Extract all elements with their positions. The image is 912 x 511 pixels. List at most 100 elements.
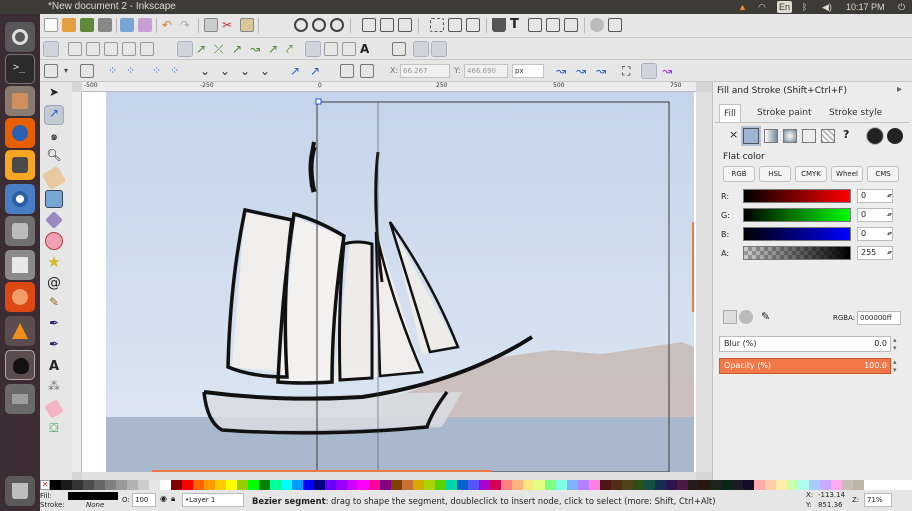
snap-paths-icon[interactable]: ↗ (196, 42, 210, 56)
palette-swatch[interactable] (644, 480, 655, 490)
palette-swatch[interactable] (61, 480, 72, 490)
palette-swatch[interactable] (402, 480, 413, 490)
palette-swatch[interactable] (149, 480, 160, 490)
snap-intersections-icon[interactable]: ⤫ (214, 42, 228, 56)
palette-swatch[interactable] (677, 480, 688, 490)
rgb-mode-button[interactable]: RGB (723, 166, 755, 182)
panel-options-icon[interactable]: ▸ (897, 84, 902, 95)
color-picker-icon[interactable]: ✎ (761, 310, 770, 323)
fill-rule-nonzero-icon[interactable] (887, 128, 903, 144)
palette-swatch[interactable] (127, 480, 138, 490)
bluetooth-icon[interactable]: ᛒ (802, 0, 807, 14)
horizontal-scrollbar[interactable] (82, 470, 696, 480)
blur-slider[interactable]: Blur (%) 0.0 (719, 336, 891, 352)
palette-swatch[interactable] (314, 480, 325, 490)
zoom-page-icon[interactable] (330, 18, 344, 32)
stroke-to-path-icon[interactable] (360, 64, 374, 78)
snap-object-midpoints-icon[interactable]: ⤤ (286, 42, 300, 56)
alpha-value-input[interactable]: 255 (857, 246, 893, 260)
palette-swatch[interactable] (556, 480, 567, 490)
palette-swatch[interactable] (655, 480, 666, 490)
palette-swatch[interactable] (611, 480, 622, 490)
palette-swatch[interactable] (809, 480, 820, 490)
vlc-icon[interactable] (5, 316, 35, 346)
palette-swatch[interactable] (325, 480, 336, 490)
palette-swatch[interactable] (721, 480, 732, 490)
no-color-swatch-icon[interactable]: × (40, 480, 50, 490)
clone-icon[interactable] (380, 18, 394, 32)
node-handle[interactable] (315, 98, 322, 105)
opacity-slider[interactable]: Opacity (%) 100.0 (719, 358, 891, 374)
palette-swatch[interactable] (116, 480, 127, 490)
fill-stroke-icon[interactable] (492, 18, 506, 32)
layers-icon[interactable] (466, 18, 480, 32)
inkscape-icon[interactable] (5, 350, 35, 380)
blur-stepper[interactable]: ▴ ▾ (893, 336, 905, 352)
insert-node-icon[interactable] (44, 64, 58, 78)
zoom-tool-icon[interactable]: 🔍︎ (45, 148, 63, 166)
blue-slider[interactable] (743, 227, 851, 241)
snap-bbox-icon[interactable] (68, 42, 82, 56)
drawing-canvas[interactable] (82, 92, 696, 472)
calligraphy-tool-icon[interactable]: ✒ (45, 337, 63, 355)
palette-swatch[interactable] (182, 480, 193, 490)
y-coordinate-input[interactable]: 466.690 (464, 64, 508, 78)
snap-others-icon[interactable] (305, 41, 321, 57)
palette-swatch[interactable] (831, 480, 842, 490)
text-font-icon[interactable]: T (510, 18, 524, 32)
node-tool-icon[interactable]: ↗ (44, 105, 64, 125)
palette-swatch[interactable] (743, 480, 754, 490)
palette-swatch[interactable] (622, 480, 633, 490)
palette-swatch[interactable] (699, 480, 710, 490)
node-cusp-icon[interactable]: ⌄ (200, 64, 214, 78)
palette-swatch[interactable] (578, 480, 589, 490)
linear-gradient-icon[interactable] (764, 129, 778, 143)
camera-icon[interactable] (5, 216, 35, 246)
clock[interactable]: 10:17 PM (846, 0, 885, 14)
zoom-input[interactable]: 71% (864, 493, 892, 507)
tweak-tool-icon[interactable]: ๑ (45, 127, 63, 145)
keyboard-indicator[interactable]: En (777, 1, 793, 13)
import-icon[interactable] (120, 18, 134, 32)
snap-centers-icon[interactable] (324, 42, 338, 56)
radial-gradient-icon[interactable] (783, 129, 797, 143)
segment-curve-icon[interactable]: ↗ (310, 64, 324, 78)
snap-bbox-corner-icon[interactable] (104, 42, 118, 56)
selector-tool-icon[interactable]: ➤ (45, 85, 63, 103)
stroke-indicator-value[interactable]: None (86, 501, 104, 509)
chromium-icon[interactable] (5, 184, 35, 214)
firefox-icon[interactable] (5, 118, 35, 148)
palette-swatch[interactable] (424, 480, 435, 490)
palette-swatch[interactable] (83, 480, 94, 490)
hsl-mode-button[interactable]: HSL (759, 166, 791, 182)
mesh-icon[interactable] (802, 129, 816, 143)
snap-rotation-center-icon[interactable] (342, 42, 356, 56)
palette-swatch[interactable] (413, 480, 424, 490)
palette-swatch[interactable] (237, 480, 248, 490)
save-icon[interactable] (80, 18, 94, 32)
rectangle-tool-icon[interactable] (45, 190, 63, 208)
preferences-icon[interactable] (590, 18, 604, 32)
snap-bbox-midpoint-icon[interactable] (122, 42, 136, 56)
unit-select[interactable]: px (512, 64, 544, 78)
show-transform-handles-icon[interactable]: ⛶ (622, 64, 636, 78)
palette-swatch[interactable] (281, 480, 292, 490)
tab-stroke-style[interactable]: Stroke style (825, 104, 886, 122)
palette-swatch[interactable] (787, 480, 798, 490)
delete-node-icon[interactable] (80, 64, 94, 78)
palette-swatch[interactable] (160, 480, 171, 490)
spiral-tool-icon[interactable]: @ (45, 274, 63, 292)
object-to-path-icon[interactable] (340, 64, 354, 78)
palette-swatch[interactable] (754, 480, 765, 490)
palette-swatch[interactable] (479, 480, 490, 490)
wheel-mode-button[interactable]: Wheel (831, 166, 863, 182)
palette-swatch[interactable] (842, 480, 853, 490)
node-auto-icon[interactable]: ⌄ (260, 64, 274, 78)
palette-swatch[interactable] (358, 480, 369, 490)
delete-segment-icon[interactable]: ⁘ (170, 64, 184, 78)
palette-swatch[interactable] (138, 480, 149, 490)
out-of-gamut-icon[interactable] (739, 310, 753, 324)
node-symmetric-icon[interactable]: ⌄ (240, 64, 254, 78)
palette-swatch[interactable] (270, 480, 281, 490)
palette-swatch[interactable] (435, 480, 446, 490)
